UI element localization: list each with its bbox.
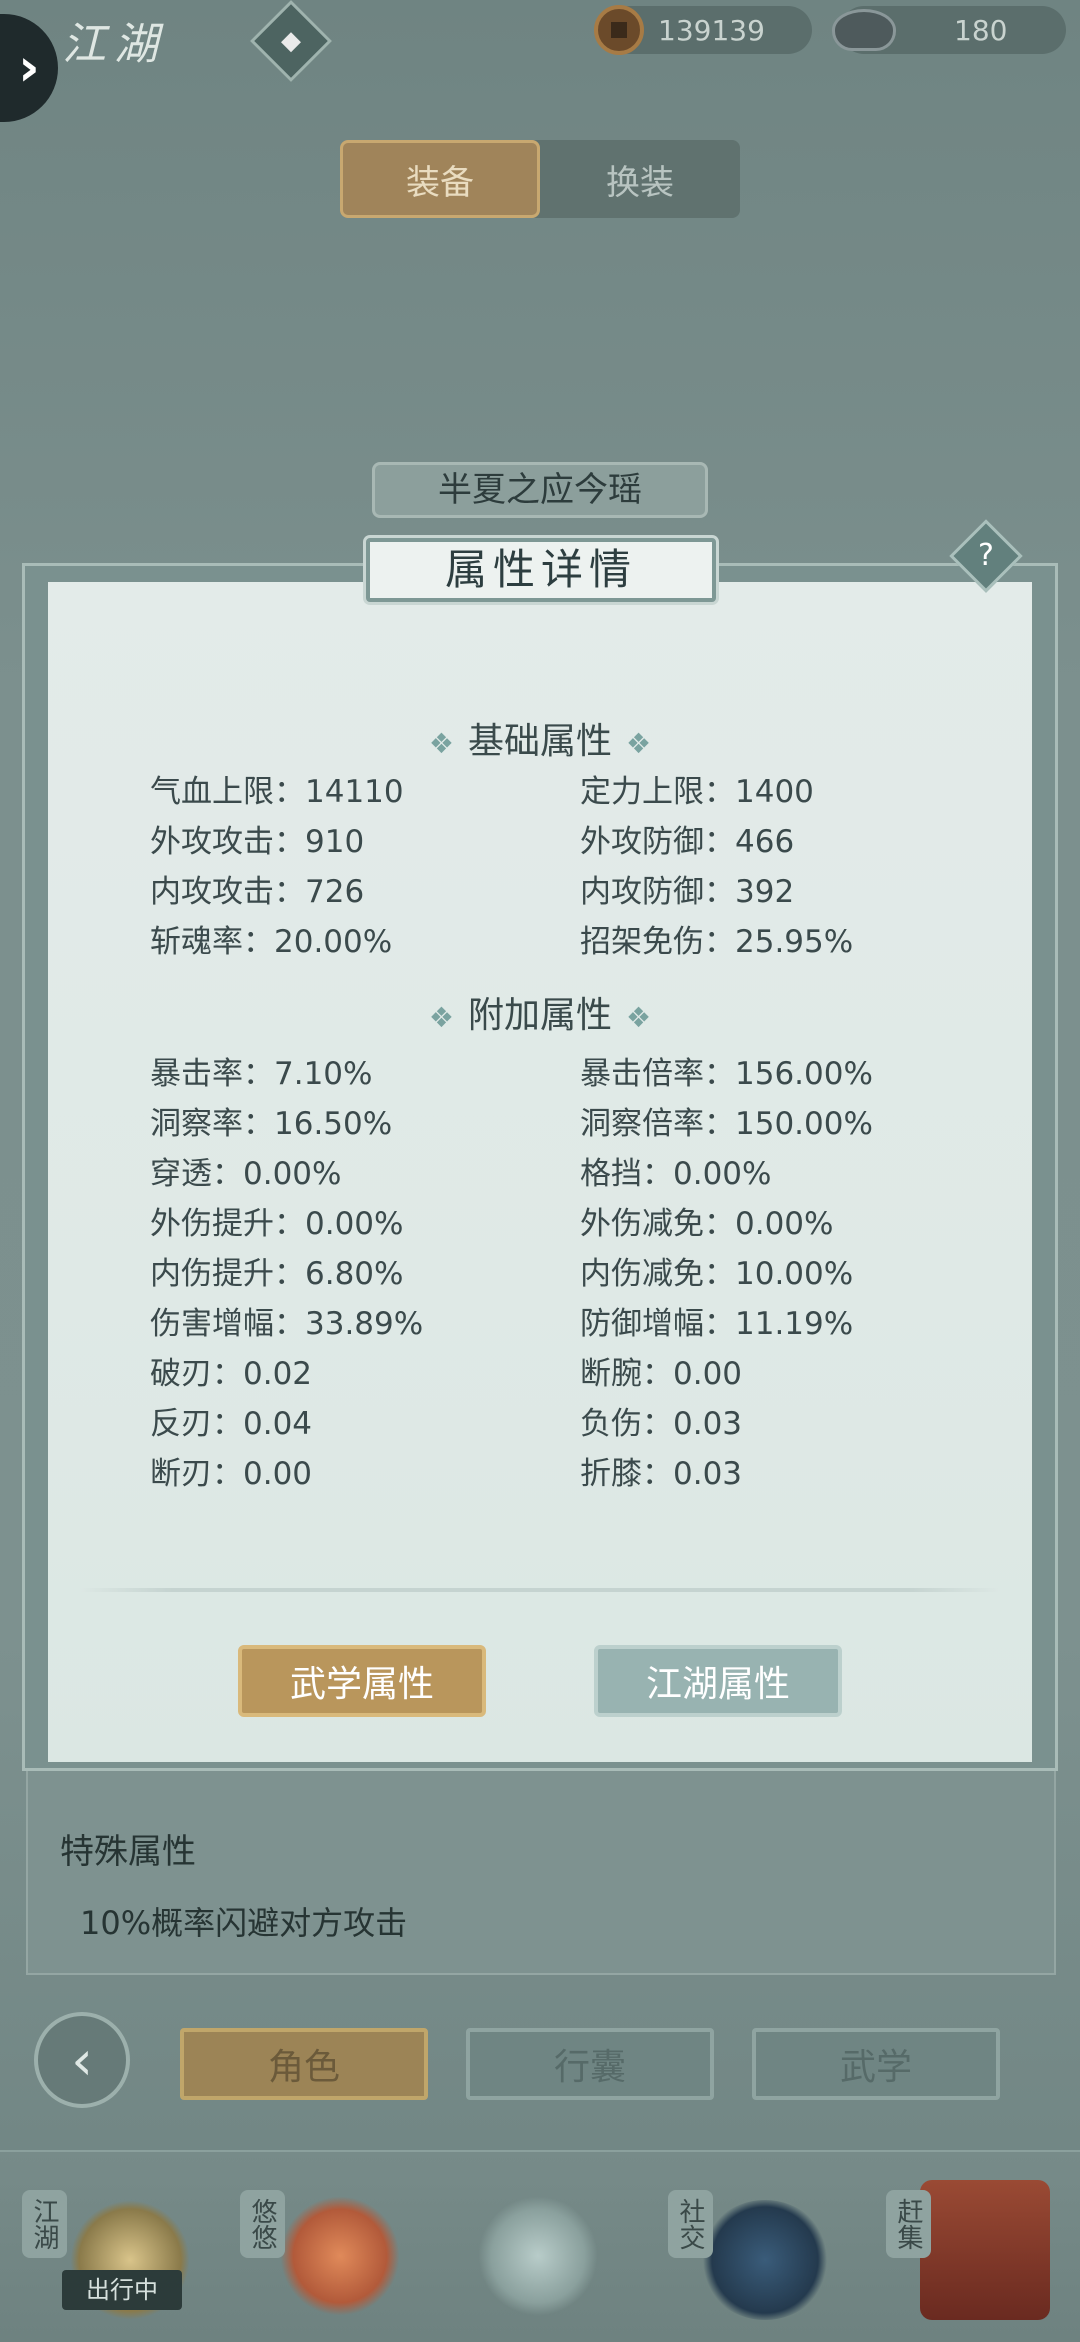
stat-extra-left: 破刃：0.02 bbox=[150, 1356, 313, 1392]
silver-ingot-icon bbox=[832, 9, 896, 51]
stat-extra-right: 内伤减免：10.00% bbox=[580, 1256, 854, 1292]
copper-coin-icon bbox=[594, 5, 644, 55]
ornament-icon: ❖ bbox=[626, 1001, 652, 1034]
special-attributes-title: 特殊属性 bbox=[60, 1832, 196, 1872]
bottom-nav-social[interactable]: 社交 bbox=[668, 2190, 713, 2258]
silver-currency: 180 bbox=[832, 6, 1066, 54]
divider bbox=[80, 1588, 1000, 1592]
extra-attributes-title: ❖ 附加属性 ❖ bbox=[428, 995, 652, 1036]
stat-extra-right: 折膝：0.03 bbox=[580, 1456, 743, 1492]
equip-tab-group: 装备 换装 bbox=[340, 140, 740, 218]
stat-basic-left: 斩魂率：20.00% bbox=[150, 924, 393, 960]
nav-tab-martial[interactable]: 武学 bbox=[752, 2028, 1000, 2100]
modal-title: 属性详情 bbox=[366, 538, 716, 602]
copper-currency: 139139 bbox=[594, 5, 812, 55]
wave-art-icon[interactable] bbox=[700, 2200, 830, 2320]
copper-amount: 139139 bbox=[658, 13, 765, 47]
nav-tab-bag[interactable]: 行囊 bbox=[466, 2028, 714, 2100]
market-chest-icon[interactable] bbox=[920, 2180, 1050, 2320]
stat-extra-right: 防御增幅：11.19% bbox=[580, 1306, 854, 1342]
jianghu-attributes-button[interactable]: 江湖属性 bbox=[594, 1645, 842, 1717]
nav-tab-character[interactable]: 角色 bbox=[180, 2028, 428, 2100]
stat-extra-right: 负伤：0.03 bbox=[580, 1406, 743, 1442]
stat-extra-right: 格挡：0.00% bbox=[580, 1156, 772, 1192]
stat-basic-right: 定力上限：1400 bbox=[580, 774, 814, 810]
tab-outfit[interactable]: 换装 bbox=[540, 140, 740, 218]
stat-extra-left: 暴击率：7.10% bbox=[150, 1056, 373, 1092]
back-button[interactable]: ‹ bbox=[34, 2012, 130, 2108]
status-badge: 出行中 bbox=[62, 2270, 182, 2310]
character-name: 半夏之应今瑶 bbox=[372, 462, 708, 518]
stat-extra-left: 穿透：0.00% bbox=[150, 1156, 342, 1192]
ornament-icon: ❖ bbox=[428, 1001, 454, 1034]
stat-extra-right: 洞察倍率：150.00% bbox=[580, 1106, 873, 1142]
stat-extra-left: 外伤提升：0.00% bbox=[150, 1206, 404, 1242]
bottom-nav-jianghu[interactable]: 江湖 bbox=[22, 2190, 67, 2258]
ornament-icon: ❖ bbox=[626, 727, 652, 760]
stat-basic-left: 内攻攻击：726 bbox=[150, 874, 365, 910]
stat-basic-right: 招架免伤：25.95% bbox=[580, 924, 854, 960]
stat-extra-left: 洞察率：16.50% bbox=[150, 1106, 393, 1142]
silver-amount: 180 bbox=[954, 13, 1008, 47]
bottom-nav-youyou[interactable]: 悠悠 bbox=[240, 2190, 285, 2258]
bottom-nav-market[interactable]: 赶集 bbox=[886, 2190, 931, 2258]
stat-extra-left: 反刃：0.04 bbox=[150, 1406, 313, 1442]
stat-extra-right: 暴击倍率：156.00% bbox=[580, 1056, 873, 1092]
stat-basic-left: 外攻攻击：910 bbox=[150, 824, 365, 860]
stat-extra-right: 外伤减免：0.00% bbox=[580, 1206, 834, 1242]
stat-extra-left: 断刃：0.00 bbox=[150, 1456, 313, 1492]
ornament-icon: ❖ bbox=[428, 727, 454, 760]
stat-basic-left: 气血上限：14110 bbox=[150, 774, 404, 810]
compass-star-icon[interactable] bbox=[478, 2196, 598, 2316]
special-attribute-desc: 10%概率闪避对方攻击 bbox=[80, 1904, 408, 1942]
stat-extra-right: 断腕：0.00 bbox=[580, 1356, 743, 1392]
stat-extra-left: 内伤提升：6.80% bbox=[150, 1256, 404, 1292]
basic-attributes-title: ❖ 基础属性 ❖ bbox=[428, 721, 652, 762]
stat-basic-right: 内攻防御：392 bbox=[580, 874, 795, 910]
scene-title: 江湖 bbox=[62, 19, 166, 70]
tab-equip[interactable]: 装备 bbox=[340, 140, 540, 218]
martial-attributes-button[interactable]: 武学属性 bbox=[238, 1645, 486, 1717]
stat-basic-right: 外攻防御：466 bbox=[580, 824, 795, 860]
stat-extra-left: 伤害增幅：33.89% bbox=[150, 1306, 424, 1342]
swallow-art-icon[interactable] bbox=[280, 2196, 400, 2316]
